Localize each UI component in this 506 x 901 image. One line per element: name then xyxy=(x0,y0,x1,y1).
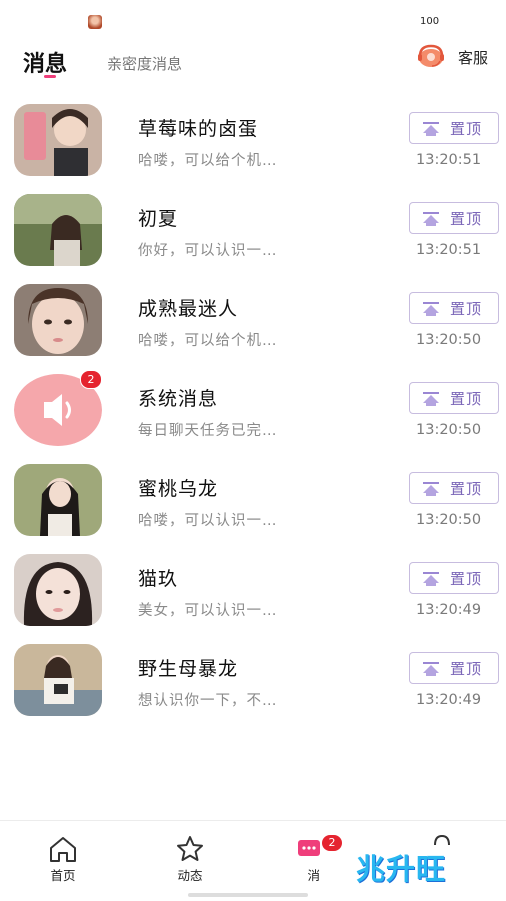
pin-to-top-button[interactable]: 置顶 xyxy=(409,202,499,234)
message-time: 13:20:51 xyxy=(416,242,482,258)
pin-label: 置顶 xyxy=(450,660,483,678)
pin-to-top-button[interactable]: 置顶 xyxy=(409,112,499,144)
message-preview: 你好，可以认识一… xyxy=(138,243,278,259)
avatar xyxy=(14,104,102,176)
messages-unread-badge: 2 xyxy=(322,835,342,851)
list-item[interactable]: 蜜桃乌龙 哈喽，可以认识一… 置顶 13:20:50 xyxy=(0,456,506,546)
avatar xyxy=(14,554,102,626)
list-item[interactable]: 野生母暴龙 想认识你一下，不… 置顶 13:20:49 xyxy=(0,636,506,726)
contact-name: 成熟最迷人 xyxy=(138,298,239,320)
message-time: 13:20:50 xyxy=(416,422,482,438)
tab-messages[interactable]: 消息 xyxy=(23,46,67,78)
pin-label: 置顶 xyxy=(450,390,483,408)
watermark-logo: 兆升旺 xyxy=(356,852,447,886)
tab-moments-label: 动态 xyxy=(177,868,203,883)
message-preview: 哈喽，可以给个机… xyxy=(138,333,278,349)
unread-badge: 2 xyxy=(80,370,102,389)
message-preview: 美女，可以认识一… xyxy=(138,603,278,619)
customer-service-icon[interactable] xyxy=(416,44,446,68)
home-indicator xyxy=(188,893,308,897)
pin-to-top-button[interactable]: 置顶 xyxy=(409,292,499,324)
status-bar: 100 xyxy=(0,0,506,40)
list-item[interactable]: 猫玖 美女，可以认识一… 置顶 13:20:49 xyxy=(0,546,506,636)
pin-top-icon xyxy=(423,122,439,136)
tab-moments[interactable]: 动态 xyxy=(160,835,220,884)
pin-top-icon xyxy=(423,662,439,676)
pin-to-top-button[interactable]: 置顶 xyxy=(409,382,499,414)
message-preview: 哈喽，可以认识一… xyxy=(138,513,278,529)
list-item[interactable]: 草莓味的卤蛋 哈喽，可以给个机… 置顶 13:20:51 xyxy=(0,96,506,186)
header: 消息 亲密度消息 客服 xyxy=(0,42,506,82)
list-item[interactable]: 成熟最迷人 哈喽，可以给个机… 置顶 13:20:50 xyxy=(0,276,506,366)
contact-name: 初夏 xyxy=(138,208,179,230)
pin-label: 置顶 xyxy=(450,480,483,498)
customer-service-label[interactable]: 客服 xyxy=(458,47,488,68)
contact-name: 系统消息 xyxy=(138,388,219,410)
tab-messages-bottom[interactable]: 消 xyxy=(290,835,320,884)
message-time: 13:20:50 xyxy=(416,512,482,528)
pin-label: 置顶 xyxy=(450,120,483,138)
pin-top-icon xyxy=(423,302,439,316)
tab-messages-label: 消 xyxy=(307,868,320,883)
avatar xyxy=(14,644,102,716)
list-item[interactable]: 2 系统消息 每日聊天任务已完… 置顶 13:20:50 xyxy=(0,366,506,456)
pin-top-icon xyxy=(423,482,439,496)
avatar xyxy=(14,464,102,536)
message-time: 13:20:51 xyxy=(416,152,482,168)
pin-top-icon xyxy=(423,392,439,406)
tab-home[interactable]: 首页 xyxy=(33,835,93,884)
pin-top-icon xyxy=(423,212,439,226)
pin-top-icon xyxy=(423,572,439,586)
pin-to-top-button[interactable]: 置顶 xyxy=(409,472,499,504)
pin-label: 置顶 xyxy=(450,300,483,318)
pin-to-top-button[interactable]: 置顶 xyxy=(409,652,499,684)
message-preview: 每日聊天任务已完… xyxy=(138,423,278,439)
message-time: 13:20:49 xyxy=(416,692,482,708)
tab-active-indicator xyxy=(44,75,56,78)
message-time: 13:20:49 xyxy=(416,602,482,618)
pin-to-top-button[interactable]: 置顶 xyxy=(409,562,499,594)
contact-name: 蜜桃乌龙 xyxy=(138,478,219,500)
pin-label: 置顶 xyxy=(450,210,483,228)
battery-level: 100 xyxy=(420,16,440,27)
contact-name: 草莓味的卤蛋 xyxy=(138,118,259,140)
message-preview: 想认识你一下，不… xyxy=(138,693,278,709)
message-time: 13:20:50 xyxy=(416,332,482,348)
list-item[interactable]: 初夏 你好，可以认识一… 置顶 13:20:51 xyxy=(0,186,506,276)
pin-label: 置顶 xyxy=(450,570,483,588)
message-preview: 哈喽，可以给个机… xyxy=(138,153,278,169)
chat-icon xyxy=(298,840,320,856)
star-icon xyxy=(177,836,203,861)
profile-icon[interactable] xyxy=(432,835,452,845)
contact-name: 野生母暴龙 xyxy=(138,658,239,680)
contact-name: 猫玖 xyxy=(138,568,179,590)
tab-home-label: 首页 xyxy=(50,868,76,883)
app-notification-icon xyxy=(88,15,102,29)
tab-intimacy-messages[interactable]: 亲密度消息 xyxy=(107,53,182,74)
avatar xyxy=(14,284,102,356)
home-icon xyxy=(50,837,76,862)
avatar xyxy=(14,194,102,266)
